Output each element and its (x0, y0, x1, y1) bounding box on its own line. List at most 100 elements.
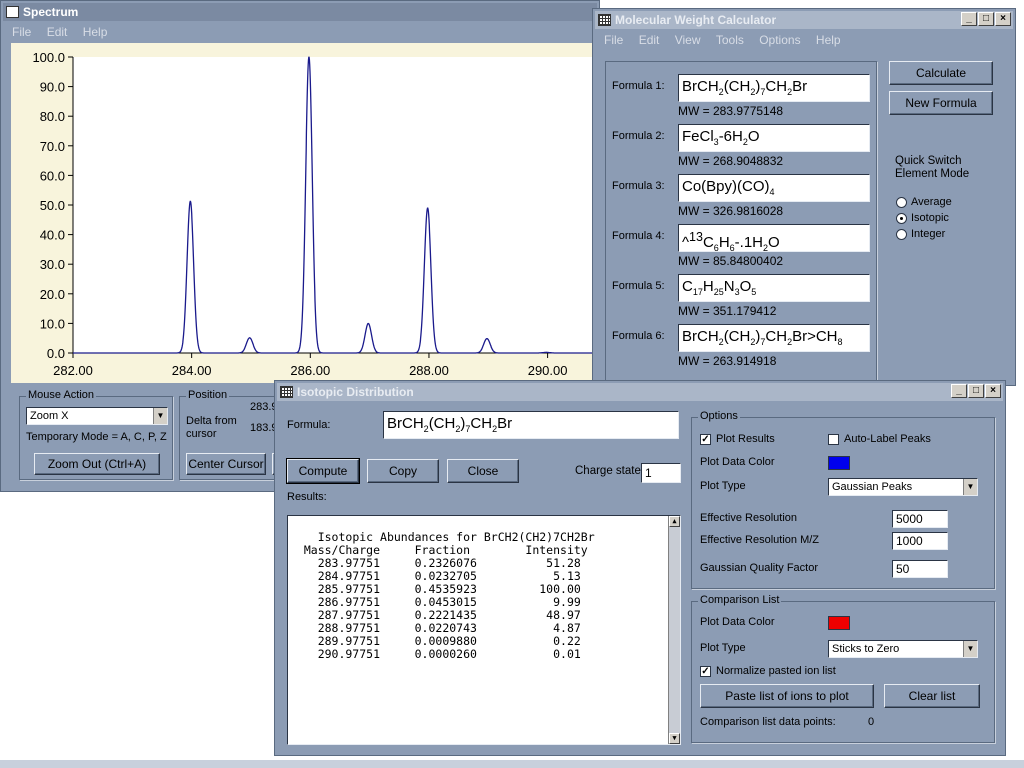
formula-input-6[interactable]: BrCH2(CH2)7CH2Br>CH8 (678, 324, 870, 352)
y-tick-label: 30.0 (40, 257, 65, 272)
eff-res-label: Effective Resolution (700, 512, 798, 524)
auto-label-checkbox[interactable] (828, 434, 839, 445)
formula-label-3: Formula 3: (612, 180, 665, 192)
y-tick-label: 70.0 (40, 139, 65, 154)
delta-label-2: cursor (186, 428, 217, 440)
formula-mw-6: MW = 263.914918 (678, 354, 777, 368)
y-tick-label: 100.0 (32, 50, 65, 65)
isotopic-titlebar[interactable]: Isotopic Distribution _ □ × (277, 383, 1003, 401)
calculate-button[interactable]: Calculate (889, 61, 993, 85)
y-tick-label: 20.0 (40, 287, 65, 302)
chevron-down-icon[interactable]: ▼ (153, 408, 167, 424)
mw-calc-menubar: File Edit View Tools Options Help (595, 31, 1013, 49)
mode-integer-radio[interactable] (896, 229, 907, 240)
gqf-label: Gaussian Quality Factor (700, 562, 818, 574)
spectrum-menubar: File Edit Help (3, 23, 597, 41)
cmp-points-value: 0 (868, 716, 875, 728)
maximize-icon[interactable]: □ (978, 12, 994, 26)
cmp-plot-type-label: Plot Type (700, 642, 746, 654)
menu-help[interactable]: Help (816, 33, 841, 47)
normalize-label[interactable]: Normalize pasted ion list (716, 665, 836, 677)
zoom-out-button[interactable]: Zoom Out (Ctrl+A) (34, 453, 160, 475)
menu-file[interactable]: File (12, 25, 31, 39)
minimize-icon[interactable]: _ (961, 12, 977, 26)
eff-res-mz-input[interactable]: 1000 (892, 532, 948, 550)
spectrum-title: Spectrum (23, 5, 79, 19)
copy-button[interactable]: Copy (367, 459, 439, 483)
close-icon[interactable]: × (995, 12, 1011, 26)
calculator-icon (598, 14, 611, 26)
menu-edit[interactable]: Edit (639, 33, 660, 47)
chevron-down-icon[interactable]: ▼ (963, 641, 977, 657)
formula-label-1: Formula 1: (612, 80, 665, 92)
plot-color-label: Plot Data Color (700, 456, 775, 468)
formula-input-3[interactable]: Co(Bpy)(CO)4 (678, 174, 870, 202)
scroll-down-icon[interactable]: ▼ (669, 733, 680, 744)
gqf-input[interactable]: 50 (892, 560, 948, 578)
mouse-action-label: Mouse Action (26, 389, 97, 401)
formula-label-2: Formula 2: (612, 130, 665, 142)
cmp-plot-color-swatch[interactable] (828, 616, 850, 630)
close-icon[interactable]: × (985, 384, 1001, 398)
maximize-icon[interactable]: □ (968, 384, 984, 398)
menu-edit[interactable]: Edit (47, 25, 68, 39)
plot-type-select[interactable]: Gaussian Peaks ▼ (828, 478, 978, 496)
mouse-action-value: Zoom X (30, 410, 69, 422)
menu-view[interactable]: View (675, 33, 701, 47)
cmp-plot-type-select[interactable]: Sticks to Zero ▼ (828, 640, 978, 658)
formula-label-6: Formula 6: (612, 330, 665, 342)
x-tick-label: 284.00 (172, 363, 212, 378)
formula-input-4[interactable]: ^13C6H6-.1H2O (678, 224, 870, 252)
plot-color-swatch[interactable] (828, 456, 850, 470)
mode-integer-label[interactable]: Integer (911, 228, 945, 240)
x-tick-label: 288.00 (409, 363, 449, 378)
minimize-icon[interactable]: _ (951, 384, 967, 398)
cmp-plot-type-value: Sticks to Zero (832, 643, 900, 655)
formula-input-5[interactable]: C17H25N3O5 (678, 274, 870, 302)
y-tick-label: 10.0 (40, 316, 65, 331)
charge-state-input[interactable]: 1 (641, 463, 681, 483)
formula-input[interactable]: BrCH2(CH2)7CH2Br (383, 411, 679, 439)
plot-area[interactable]: 0.0 10.0 20.0 30.0 40.0 50.0 60.0 70.0 80.0 90.0 1… (11, 43, 601, 383)
formula-mw-1: MW = 283.9775148 (678, 104, 784, 118)
mode-isotopic-radio[interactable] (896, 213, 907, 224)
chevron-down-icon[interactable]: ▼ (963, 479, 977, 495)
y-tick-label: 60.0 (40, 168, 65, 183)
cmp-points-label: Comparison list data points: (700, 716, 836, 728)
compute-button[interactable]: Compute (286, 458, 360, 484)
normalize-checkbox[interactable]: ✓ (700, 666, 711, 677)
spectrum-chart[interactable]: 0.0 10.0 20.0 30.0 40.0 50.0 60.0 70.0 80.0 90.0 1… (11, 43, 601, 383)
menu-file[interactable]: File (604, 33, 623, 47)
plot-type-label: Plot Type (700, 480, 746, 492)
spectrum-titlebar[interactable]: Spectrum (3, 3, 597, 21)
mode-average-label[interactable]: Average (911, 196, 952, 208)
close-button[interactable]: Close (447, 459, 519, 483)
results-scrollbar[interactable]: ▲ ▼ (668, 516, 680, 744)
mode-average-radio[interactable] (896, 197, 907, 208)
plot-results-label[interactable]: Plot Results (716, 433, 775, 445)
scroll-up-icon[interactable]: ▲ (669, 516, 680, 527)
delta-label-1: Delta from (186, 415, 237, 427)
menu-help[interactable]: Help (83, 25, 108, 39)
x-tick-label: 282.00 (53, 363, 93, 378)
center-cursor-button[interactable]: Center Cursor (186, 453, 266, 475)
plot-results-checkbox[interactable]: ✓ (700, 434, 711, 445)
new-formula-button[interactable]: New Formula (889, 91, 993, 115)
mw-calc-titlebar[interactable]: Molecular Weight Calculator _ □ × (595, 11, 1013, 29)
results-textarea[interactable]: Isotopic Abundances for BrCH2(CH2)7CH2Br… (287, 515, 681, 745)
options-group: Options ✓ Plot Results Auto-Label Peaks … (691, 410, 995, 589)
auto-label-label[interactable]: Auto-Label Peaks (844, 433, 931, 445)
formula-input-2[interactable]: FeCl3-6H2O (678, 124, 870, 152)
menu-options[interactable]: Options (759, 33, 800, 47)
comparison-group: Comparison List Plot Data Color Plot Typ… (691, 594, 995, 743)
formula-input-1[interactable]: BrCH2(CH2)7CH2Br (678, 74, 870, 102)
formula-mw-3: MW = 326.9816028 (678, 204, 784, 218)
mw-calc-window: Molecular Weight Calculator _ □ × File E… (592, 8, 1016, 391)
clear-list-button[interactable]: Clear list (884, 684, 980, 708)
calculator-icon (280, 386, 293, 398)
menu-tools[interactable]: Tools (716, 33, 744, 47)
mode-isotopic-label[interactable]: Isotopic (911, 212, 949, 224)
paste-ions-button[interactable]: Paste list of ions to plot (700, 684, 874, 708)
eff-res-input[interactable]: 5000 (892, 510, 948, 528)
mouse-action-select[interactable]: Zoom X ▼ (26, 407, 168, 425)
